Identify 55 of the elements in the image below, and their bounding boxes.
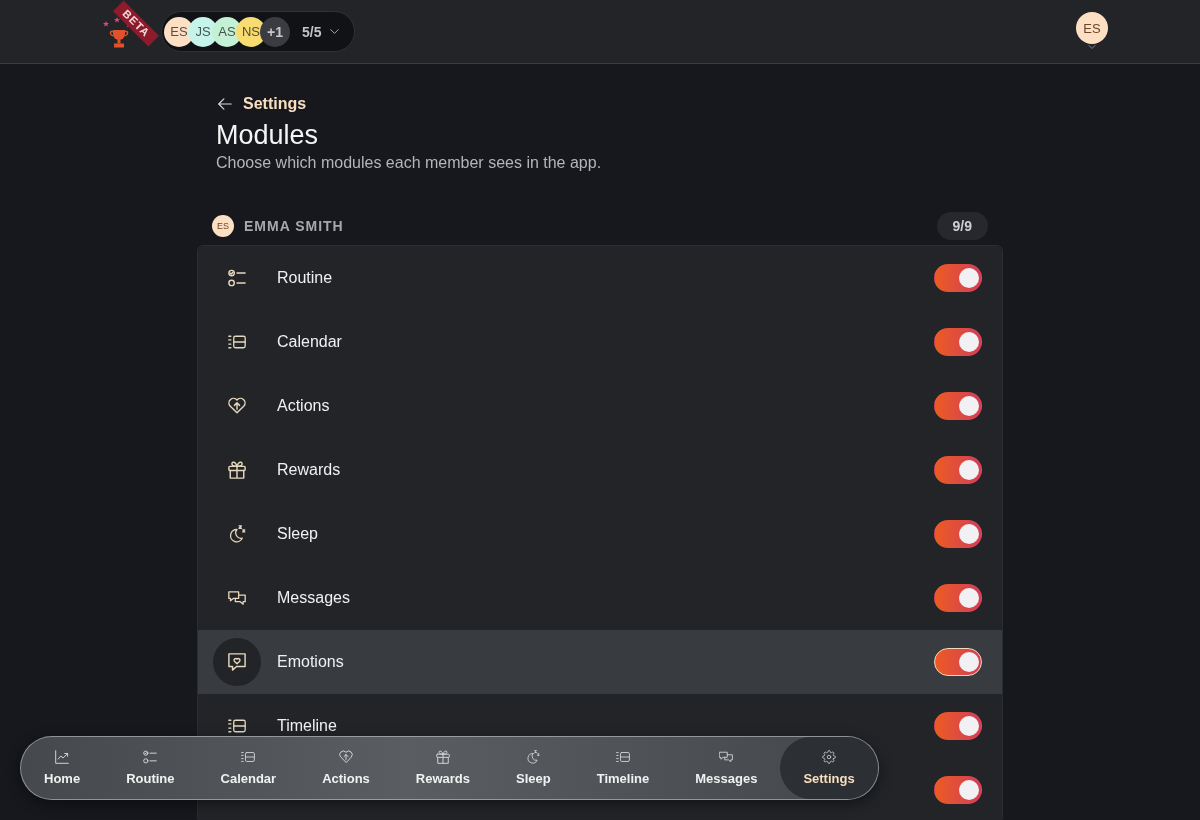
list-icon	[228, 333, 246, 351]
moon-icon	[228, 525, 246, 543]
chat-bubbles-icon	[228, 589, 246, 607]
module-name: Emotions	[277, 653, 344, 671]
nav-item[interactable]: Sleep	[493, 737, 574, 799]
chevron-down-icon	[330, 29, 340, 34]
list-icon	[241, 750, 256, 764]
nav-item[interactable]: Actions	[299, 737, 393, 799]
arrow-left-icon	[218, 98, 232, 110]
nav-item[interactable]: Messages	[672, 737, 781, 799]
toggle-switch[interactable]	[934, 776, 982, 804]
module-name: Timeline	[277, 717, 337, 735]
list-icon	[615, 750, 630, 764]
toggle-switch[interactable]	[934, 328, 982, 356]
back-link[interactable]: Settings	[216, 92, 307, 116]
toggle-switch[interactable]	[934, 520, 982, 548]
module-count: 9/9	[936, 212, 988, 240]
more-members-avatar: +1	[260, 16, 290, 47]
nav-item[interactable]: Settings	[780, 737, 878, 799]
gift-icon	[435, 750, 450, 764]
list-icon	[228, 717, 246, 735]
page-subtitle: Choose which modules each member sees in the app.	[216, 153, 603, 173]
chat-bubbles-icon	[719, 750, 734, 764]
nav-item[interactable]: Calendar	[197, 737, 300, 799]
heart-arrow-icon	[339, 750, 353, 764]
toggle-switch[interactable]	[934, 456, 982, 484]
module-name: Actions	[277, 397, 330, 415]
module-name: Routine	[277, 269, 333, 287]
heart-arrow-icon	[228, 397, 246, 415]
line-chart-icon	[55, 750, 70, 764]
page-title: Modules	[216, 119, 320, 152]
module-name: Messages	[277, 589, 350, 607]
checklist-icon	[228, 269, 246, 287]
nav-item[interactable]: Routine	[103, 737, 198, 799]
heart-chat-icon	[213, 638, 261, 686]
module-name: Calendar	[277, 333, 342, 351]
nav-item[interactable]: Timeline	[573, 737, 673, 799]
toggle-switch[interactable]	[934, 392, 982, 420]
chevron-down-icon	[1088, 45, 1096, 49]
member-name: EMMA SMITH	[244, 218, 344, 234]
toggle-switch[interactable]	[934, 264, 982, 292]
toggle-switch[interactable]	[934, 584, 982, 612]
checklist-icon	[143, 750, 158, 764]
nav-item[interactable]: Rewards	[392, 737, 494, 799]
toggle-switch[interactable]	[934, 648, 982, 676]
module-name: Sleep	[277, 525, 318, 543]
gift-icon	[228, 461, 246, 479]
gear-icon	[822, 750, 837, 764]
member-avatar: ES	[212, 215, 234, 237]
member-count: 5/5	[302, 23, 322, 40]
module-name: Rewards	[277, 461, 341, 479]
member-switcher[interactable]: ES JS AS NS +1 5/5	[161, 11, 356, 52]
toggle-switch[interactable]	[934, 712, 982, 740]
nav-item[interactable]: Home	[21, 737, 104, 799]
moon-icon	[526, 750, 541, 764]
